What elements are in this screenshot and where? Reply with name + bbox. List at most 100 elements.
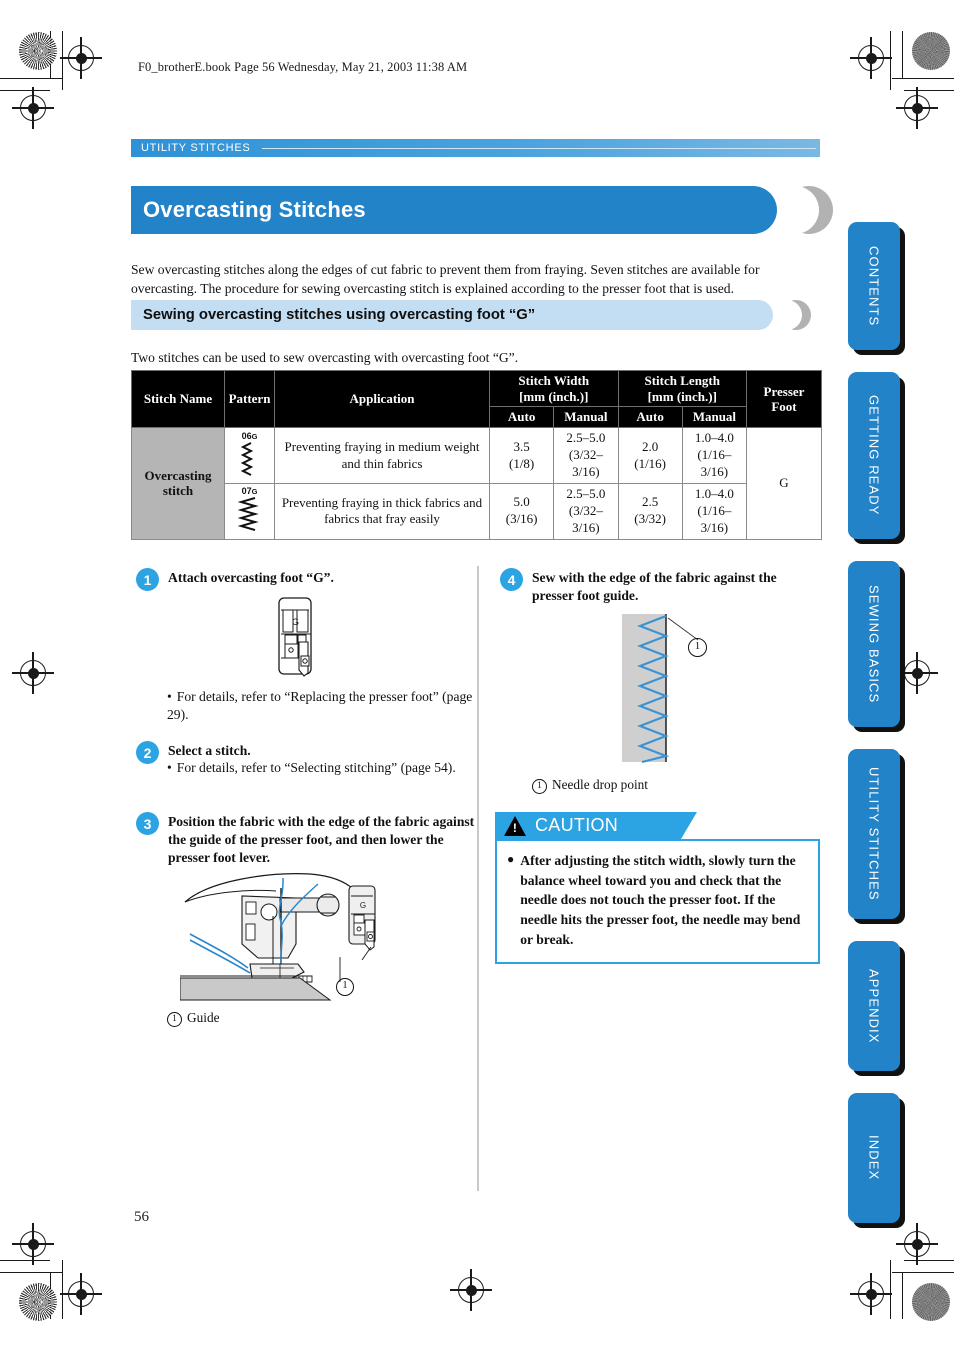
value-mm: 2.5–5.0 (566, 485, 606, 501)
registration-mark (450, 1269, 492, 1311)
col-presser-foot-line2: Foot (771, 399, 797, 415)
side-tab-sewing-basics[interactable]: SEWING BASICS (848, 561, 900, 727)
cell-length-auto-07: 2.5 (3/32) (617, 482, 683, 540)
callout-marker-needle-drop-point: 1 (688, 638, 707, 657)
side-tab-label: GETTING READY (866, 395, 882, 516)
cell-presser-foot: G (746, 427, 822, 540)
warning-triangle-icon: ! (504, 815, 526, 836)
star-target-mark (19, 1283, 57, 1321)
side-tab-navigation: CONTENTS GETTING READY SEWING BASICS UTI… (848, 222, 900, 1245)
side-tab-appendix[interactable]: APPENDIX (848, 941, 900, 1071)
pattern-number: 06G (241, 430, 258, 441)
callout-marker-guide: 1 (336, 978, 354, 996)
crop-mark-line (904, 1260, 954, 1262)
caution-body: ● After adjusting the stitch width, slow… (495, 839, 820, 964)
overcasting-stitch-on-fabric-illustration (622, 614, 699, 764)
value-inch: (1/16) (634, 455, 667, 471)
section-heading-bar: Sewing overcasting stitches using overca… (131, 300, 823, 330)
side-tab-getting-ready[interactable]: GETTING READY (848, 372, 900, 539)
crop-mark-line (902, 31, 904, 78)
cell-application-07: Preventing fraying in thick fabrics and … (274, 482, 490, 540)
table-body: Overcasting stitch 06G Preventing frayin… (131, 427, 822, 540)
cell-pattern-07: 07G (224, 482, 275, 540)
value-mm: 1.0–4.0 (694, 485, 734, 501)
chapter-intro-text: Sew overcasting stitches along the edges… (131, 261, 760, 297)
step-3-caption-text: Guide (187, 1010, 220, 1025)
pattern-number: 07G (241, 486, 258, 497)
table-header: Stitch Name Pattern Application Stitch W… (131, 369, 822, 429)
caution-header: ! CAUTION (495, 812, 697, 839)
star-target-mark (912, 32, 950, 70)
cell-width-manual-06: 2.5–5.0 (3/32–3/16) (553, 427, 619, 484)
cell-length-auto-06: 2.0 (1/16) (617, 427, 683, 484)
presser-foot-g-detail-illustration: G (348, 885, 376, 960)
table-row: 07G Preventing fraying in thick fabrics … (132, 482, 822, 540)
callout-number: 1 (532, 779, 547, 794)
col-application: Application (274, 369, 490, 429)
svg-text:G: G (292, 617, 299, 627)
side-tab-index[interactable]: INDEX (848, 1093, 900, 1223)
cell-length-manual-07: 1.0–4.0 (1/16–3/16) (681, 482, 748, 540)
step-2-title: Select a stitch. (168, 743, 251, 758)
side-tab-utility-stitches[interactable]: UTILITY STITCHES (848, 749, 900, 919)
stitch-name-line2: stitch (162, 483, 194, 499)
cell-pattern-06: 06G (224, 427, 275, 484)
col-presser-foot: Presser Foot (746, 369, 822, 429)
col-stitch-width-unit: [mm (inch.)] (519, 388, 589, 404)
col-width-auto: Auto (488, 406, 555, 429)
col-length-manual: Manual (681, 406, 748, 429)
step-1-number: 1 (136, 568, 159, 591)
registration-mark (896, 87, 938, 129)
page-title: Overcasting Stitches (143, 197, 366, 222)
registration-mark (896, 652, 938, 694)
step-3-caption: 1 Guide (167, 1010, 220, 1027)
crop-mark-line (892, 78, 954, 80)
table-row: Overcasting stitch 06G Preventing frayin… (131, 427, 822, 540)
step-4-number: 4 (500, 568, 523, 591)
stitch-name-line1: Overcasting (144, 467, 212, 483)
section-intro-text: Two stitches can be used to sew overcast… (131, 349, 519, 365)
col-stitch-width: Stitch Width [mm (inch.)] (489, 369, 619, 408)
registration-mark (60, 37, 102, 79)
registration-mark (60, 1273, 102, 1315)
col-width-manual: Manual (553, 406, 619, 429)
cell-length-manual-06: 1.0–4.0 (1/16–3/16) (681, 427, 748, 484)
cell-stitch-name: Overcasting stitch (131, 427, 225, 540)
star-target-mark (912, 1283, 950, 1321)
cell-width-auto-07: 5.0 (3/16) (488, 482, 555, 540)
value-mm: 2.5 (642, 494, 659, 510)
side-tab-contents[interactable]: CONTENTS (848, 222, 900, 350)
value-mm: 2.5–5.0 (566, 430, 606, 446)
value-mm: 1.0–4.0 (694, 430, 734, 446)
col-length-auto: Auto (617, 406, 683, 429)
chapter-title-pill: Overcasting Stitches (131, 186, 777, 234)
value-inch: (1/16–3/16) (697, 502, 732, 535)
crop-mark-line (890, 1260, 892, 1319)
col-pattern: Pattern (224, 369, 275, 429)
col-stitch-length-unit: [mm (inch.)] (647, 388, 717, 404)
callout-number: 1 (167, 1012, 182, 1027)
star-target-mark (19, 32, 57, 70)
running-head-rule (262, 147, 816, 149)
side-tab-label: UTILITY STITCHES (866, 767, 882, 901)
registration-mark (850, 1273, 892, 1315)
value-mm: 5.0 (513, 494, 530, 510)
step-1-title: Attach overcasting foot “G”. (168, 570, 334, 585)
value-inch: (3/32) (634, 511, 667, 527)
step-2-number: 2 (136, 741, 159, 764)
step-3-title: Position the fabric with the edge of the… (168, 814, 475, 865)
crop-mark-line (0, 1272, 62, 1274)
cell-width-manual-07: 2.5–5.0 (3/32–3/16) (553, 482, 619, 540)
step-4-caption: 1 Needle drop point (532, 777, 648, 794)
table-header-row-1: Stitch Name Pattern Application Stitch W… (131, 369, 822, 429)
column-divider (477, 566, 479, 1191)
presser-foot-g-illustration: G (278, 597, 312, 677)
col-stitch-length: Stitch Length [mm (inch.)] (617, 369, 747, 408)
step-3-number: 3 (136, 812, 159, 835)
cell-application-06: Preventing fraying in medium weight and … (274, 427, 490, 484)
value-inch: (1/8) (508, 455, 535, 471)
section-crescent-cut (772, 300, 802, 330)
value-inch: (1/16–3/16) (697, 447, 732, 479)
bullet-dot: • (167, 760, 172, 775)
value-mm: 2.0 (642, 438, 659, 454)
